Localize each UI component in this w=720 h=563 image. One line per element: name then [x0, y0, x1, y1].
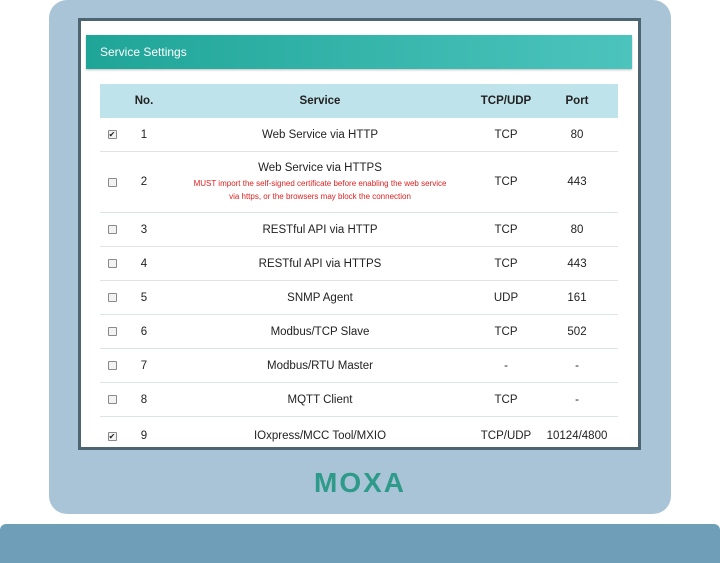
- row-service: Modbus/TCP Slave: [164, 315, 476, 348]
- row-service: SNMP Agent: [164, 281, 476, 314]
- row-port: 443: [567, 176, 587, 188]
- row-checkbox[interactable]: [107, 177, 117, 187]
- table-row: ✔ 9 IOxpress/MCC Tool/MXIO TCP/UDP 10124…: [100, 417, 618, 447]
- row-no: 5: [140, 291, 148, 304]
- table-row: 6 Modbus/TCP Slave TCP 502: [100, 315, 618, 349]
- header-protocol: TCP/UDP: [480, 95, 532, 107]
- service-table: No. Service TCP/UDP Port ✔ 1 Web Service…: [100, 84, 618, 447]
- row-port: 502: [567, 325, 587, 338]
- table-row: 3 RESTful API via HTTP TCP 80: [100, 213, 618, 247]
- row-service: MQTT Client: [164, 383, 476, 416]
- row-port: -: [575, 359, 579, 372]
- row-no: 6: [140, 325, 148, 338]
- row-protocol: TCP: [494, 223, 518, 236]
- row-service: RESTful API via HTTPS: [164, 247, 476, 280]
- table-row: 2 Web Service via HTTPS MUST import the …: [100, 152, 618, 213]
- row-no: 1: [140, 128, 148, 141]
- service-name: RESTful API via HTTP: [262, 223, 378, 236]
- row-service: IOxpress/MCC Tool/MXIO: [164, 417, 476, 447]
- header-no: No.: [134, 95, 154, 107]
- header-checkbox-col: [100, 84, 124, 118]
- row-port: 443: [567, 257, 587, 270]
- row-protocol: TCP: [494, 257, 518, 270]
- row-port: 161: [567, 291, 587, 304]
- row-checkbox[interactable]: [107, 327, 117, 336]
- table-row: 7 Modbus/RTU Master - -: [100, 349, 618, 383]
- table-row: 4 RESTful API via HTTPS TCP 443: [100, 247, 618, 281]
- row-protocol: TCP: [494, 393, 518, 406]
- table-row: 8 MQTT Client TCP -: [100, 383, 618, 417]
- row-no: 8: [140, 393, 148, 406]
- header-service: Service: [299, 95, 341, 107]
- row-no: 3: [140, 223, 148, 236]
- row-no: 7: [140, 359, 148, 372]
- row-protocol: UDP: [493, 291, 519, 304]
- service-name: IOxpress/MCC Tool/MXIO: [253, 430, 387, 442]
- header-port: Port: [565, 95, 589, 107]
- service-name: MQTT Client: [287, 393, 353, 406]
- row-service: Web Service via HTTPS MUST import the se…: [164, 152, 476, 212]
- row-service: Web Service via HTTP: [164, 118, 476, 151]
- service-name: Web Service via HTTP: [261, 128, 379, 141]
- laptop-base: [0, 524, 720, 563]
- row-checkbox[interactable]: ✔: [107, 431, 117, 441]
- panel-header: Service Settings: [86, 35, 632, 69]
- row-protocol: TCP/UDP: [480, 430, 532, 442]
- moxa-logo: MOXA: [314, 468, 406, 494]
- service-name: Modbus/RTU Master: [267, 359, 373, 372]
- row-checkbox[interactable]: [107, 293, 117, 302]
- service-name: Modbus/TCP Slave: [270, 325, 370, 338]
- table-row: 5 SNMP Agent UDP 161: [100, 281, 618, 315]
- row-no: 2: [140, 176, 148, 188]
- row-protocol: TCP: [494, 176, 518, 188]
- row-port: -: [575, 393, 579, 406]
- row-port: 80: [570, 128, 584, 141]
- row-checkbox[interactable]: [107, 259, 117, 268]
- row-no: 4: [140, 257, 148, 270]
- row-protocol: TCP: [494, 128, 518, 141]
- table-header: No. Service TCP/UDP Port: [100, 84, 618, 118]
- warning-line-2: via https, or the browsers may block the…: [229, 191, 411, 201]
- https-warning: MUST import the self-signed certificate …: [194, 177, 447, 203]
- table-row: ✔ 1 Web Service via HTTP TCP 80: [100, 118, 618, 152]
- row-service: Modbus/RTU Master: [164, 349, 476, 382]
- screen: Service Settings No. Service TCP/UDP Por…: [81, 21, 638, 447]
- service-name: Web Service via HTTPS: [258, 161, 382, 174]
- row-checkbox[interactable]: [107, 395, 117, 404]
- warning-line-1: MUST import the self-signed certificate …: [193, 178, 447, 188]
- row-protocol: TCP: [494, 325, 518, 338]
- service-name: SNMP Agent: [287, 291, 353, 304]
- row-checkbox[interactable]: ✔: [107, 130, 117, 139]
- row-checkbox[interactable]: [107, 225, 117, 234]
- row-protocol: -: [504, 359, 508, 372]
- row-port: 10124/4800: [546, 430, 608, 442]
- panel-title: Service Settings: [100, 45, 187, 59]
- row-checkbox[interactable]: [107, 361, 117, 370]
- moxa-logo-text: MOXA: [314, 468, 406, 494]
- row-service: RESTful API via HTTP: [164, 213, 476, 246]
- service-name: RESTful API via HTTPS: [258, 257, 382, 270]
- row-no: 9: [140, 430, 148, 442]
- row-port: 80: [570, 223, 584, 236]
